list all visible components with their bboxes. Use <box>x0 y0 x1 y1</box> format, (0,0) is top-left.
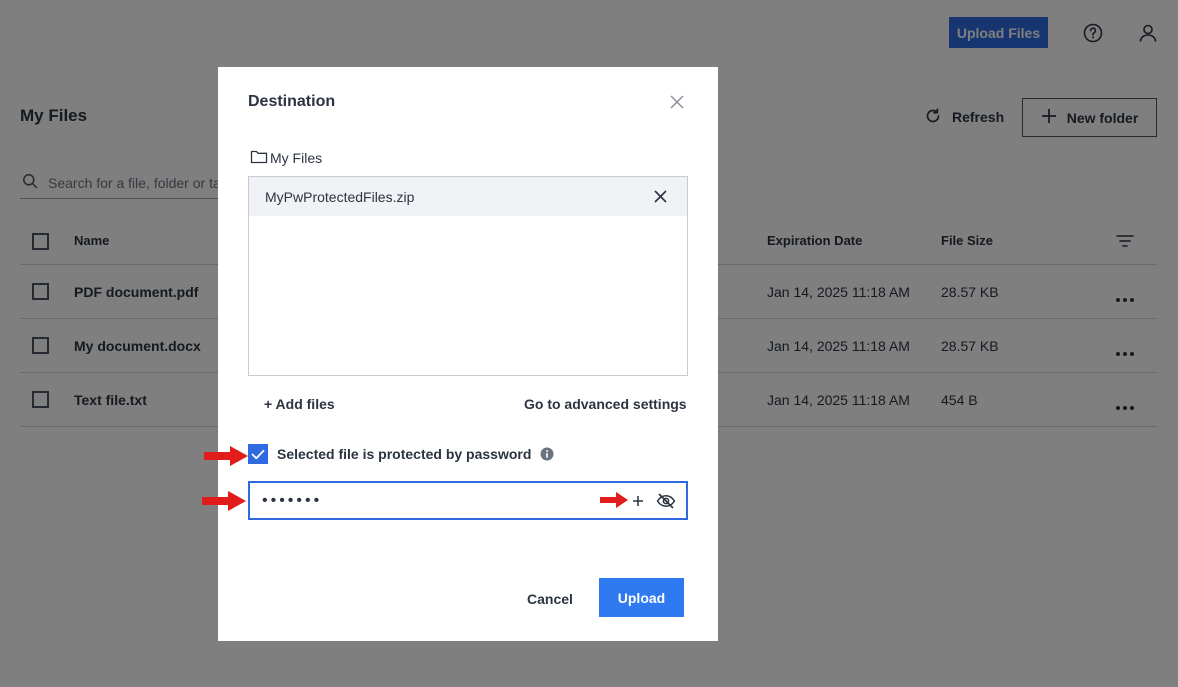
annotation-arrow-icon <box>202 490 246 517</box>
destination-dialog: Destination My Files MyPwProtectedFiles.… <box>218 67 718 641</box>
destination-folder-label: My Files <box>270 150 323 166</box>
folder-icon <box>250 149 268 167</box>
password-checkbox-label: Selected file is protected by password <box>277 446 532 462</box>
close-icon[interactable] <box>670 95 684 109</box>
annotation-arrow-icon <box>204 445 248 472</box>
password-protected-checkbox[interactable] <box>248 444 268 464</box>
selected-files-list: MyPwProtectedFiles.zip <box>248 176 688 376</box>
upload-button[interactable]: Upload <box>599 578 684 617</box>
eye-off-icon[interactable] <box>656 492 676 510</box>
add-files-button[interactable]: + Add files <box>264 396 335 412</box>
info-icon[interactable] <box>540 447 554 461</box>
list-item: MyPwProtectedFiles.zip <box>249 177 687 216</box>
selected-file-name: MyPwProtectedFiles.zip <box>265 188 415 205</box>
remove-file-icon[interactable] <box>654 190 667 203</box>
destination-breadcrumb[interactable]: My Files <box>250 149 322 167</box>
annotation-arrow-icon <box>600 492 628 513</box>
password-input[interactable] <box>262 488 562 514</box>
cancel-button[interactable]: Cancel <box>518 586 582 612</box>
dialog-title: Destination <box>248 93 336 110</box>
plus-icon[interactable] <box>632 494 644 506</box>
password-protected-option: Selected file is protected by password <box>248 444 554 464</box>
advanced-settings-link[interactable]: Go to advanced settings <box>524 396 687 412</box>
